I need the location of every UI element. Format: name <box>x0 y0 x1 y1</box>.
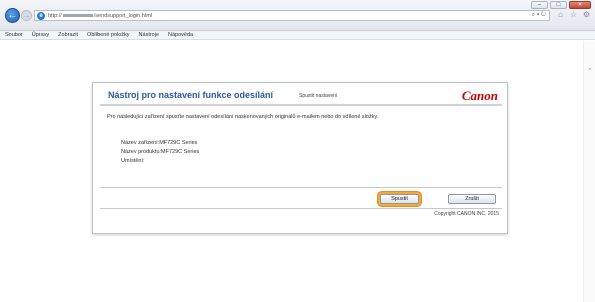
url-redacted-host <box>62 13 93 17</box>
page-subtitle: Spustit nastavení <box>299 93 338 99</box>
toolbar-icons: ⌂ ☆ ⚙ <box>556 10 591 19</box>
maximize-button[interactable]: □ <box>550 1 567 9</box>
footer-divider <box>100 208 502 209</box>
back-button[interactable]: ← <box>5 8 20 23</box>
chevron-up-icon[interactable]: ⌃ <box>587 67 593 75</box>
canon-logo: Canon <box>461 88 498 103</box>
device-info: Název zařízení:MF729C Series Název produ… <box>121 139 199 166</box>
menu-favorites[interactable]: Oblíbené položky <box>87 32 130 38</box>
minimize-button[interactable]: – <box>531 1 548 9</box>
url-text: http:// /sendsupport_login.html <box>48 13 152 19</box>
settings-gear-icon[interactable]: ⚙ <box>582 10 591 19</box>
menu-edit[interactable]: Úpravy <box>32 32 49 38</box>
url-suffix: /sendsupport_login.html <box>93 12 153 19</box>
forward-button[interactable]: → <box>21 10 32 21</box>
window-controls: – □ × <box>531 1 591 9</box>
location: Umístění: <box>121 158 145 164</box>
url-prefix: http:// <box>48 12 62 19</box>
menu-tools[interactable]: Nástroje <box>139 32 159 38</box>
page-title: Nástroj pro nastavení funkce odesílání <box>108 90 274 100</box>
address-actions[interactable]: ⌕ ▾ ↻ <box>532 11 546 20</box>
close-button[interactable]: × <box>569 1 591 9</box>
instruction-text: Pro následující zařízení spusťte nastave… <box>107 114 379 120</box>
browser-toolbar: – □ × ← → e http:// /sendsupport_login.ht… <box>0 0 595 31</box>
divider <box>100 187 502 188</box>
favorites-star-icon[interactable]: ☆ <box>569 10 578 19</box>
product-name: Název produktu:MF729C Series <box>121 149 200 155</box>
address-bar[interactable]: e http:// /sendsupport_login.html ⌕ ▾ ↻ <box>34 10 550 21</box>
arrow-left-icon: ← <box>7 10 18 21</box>
send-settings-panel: Nástroj pro nastavení funkce odesílání S… <box>92 82 508 234</box>
start-button[interactable]: Spustit <box>380 194 419 204</box>
home-icon[interactable]: ⌂ <box>556 10 565 19</box>
page-favicon-icon: e <box>37 11 45 20</box>
page-scrollbar[interactable]: ⌃ <box>583 41 595 302</box>
copyright-text: Copyright CANON INC. 2015 <box>434 211 499 217</box>
device-name: Název zařízení:MF729C Series <box>121 140 198 146</box>
panel-header: Nástroj pro nastavení funkce odesílání S… <box>100 88 502 106</box>
menu-bar: Soubor Úpravy Zobrazit Oblíbené položky … <box>0 31 595 40</box>
arrow-right-icon: → <box>22 11 31 20</box>
menu-view[interactable]: Zobrazit <box>58 32 78 38</box>
menu-help[interactable]: Nápověda <box>168 32 193 38</box>
menu-file[interactable]: Soubor <box>5 32 23 38</box>
cancel-button[interactable]: Zrušit <box>448 194 496 204</box>
